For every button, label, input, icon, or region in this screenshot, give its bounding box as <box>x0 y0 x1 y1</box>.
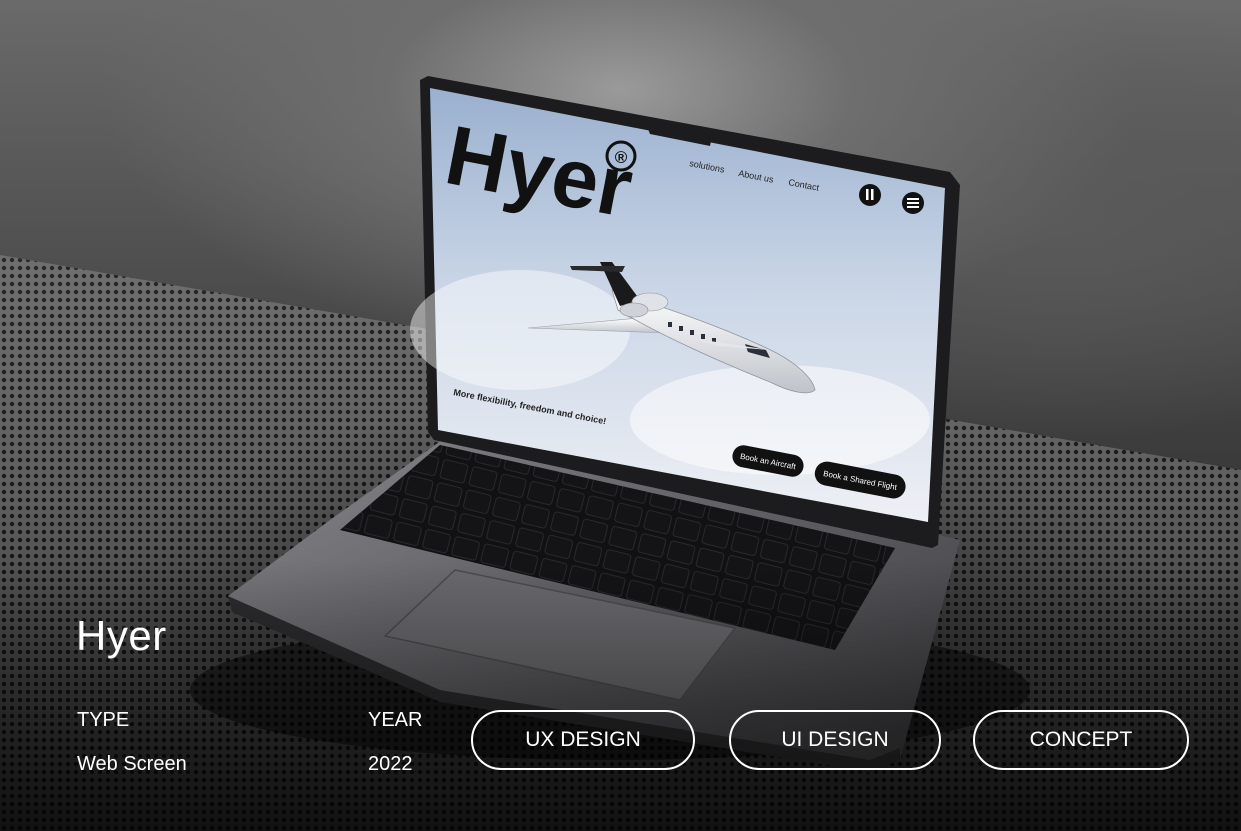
tag-concept[interactable]: CONCEPT <box>973 710 1189 770</box>
year-label: YEAR <box>368 709 423 731</box>
menu-icon <box>902 192 924 214</box>
tag-ui-design[interactable]: UI DESIGN <box>729 710 941 770</box>
type-label: TYPE <box>77 709 130 731</box>
bottom-gradient-overlay <box>0 560 1241 831</box>
pause-icon <box>859 184 881 206</box>
project-title: Hyer <box>76 612 167 659</box>
registered-mark: ® <box>615 148 628 167</box>
year-value: 2022 <box>368 753 413 775</box>
type-value: Web Screen <box>77 753 187 775</box>
tag-ux-design[interactable]: UX DESIGN <box>471 710 695 770</box>
